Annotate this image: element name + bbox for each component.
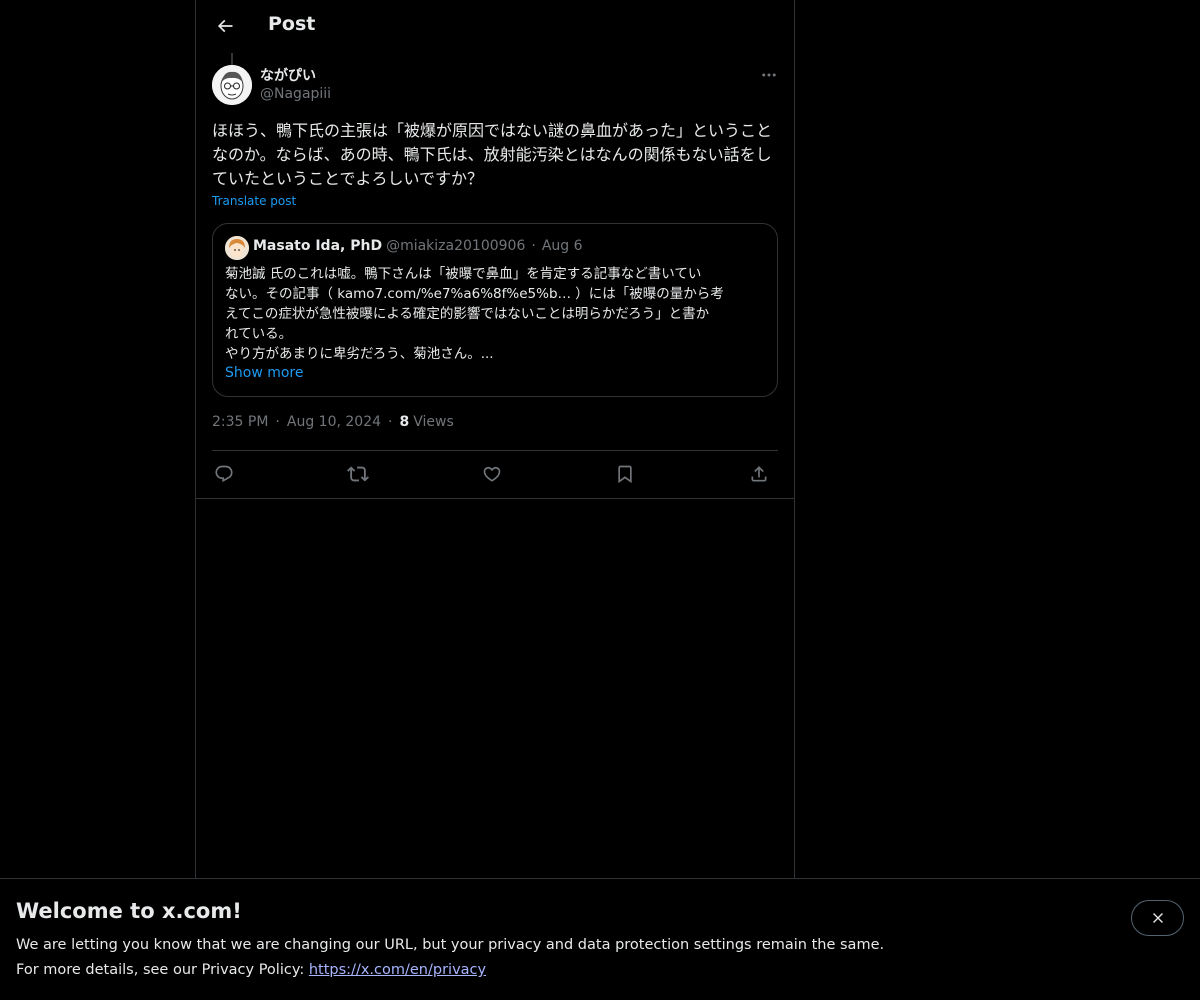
quoted-author-handle: @miakiza20100906 xyxy=(386,238,526,254)
post-date[interactable]: Aug 10, 2024 xyxy=(287,414,381,430)
separator-dot: · xyxy=(275,414,280,430)
banner-privacy-line: For more details, see our Privacy Policy… xyxy=(16,962,486,978)
banner-privacy-text: For more details, see our Privacy Policy… xyxy=(16,962,309,978)
show-more-link[interactable]: Show more xyxy=(225,365,304,381)
banner-message: We are letting you know that we are chan… xyxy=(16,937,885,953)
like-button[interactable] xyxy=(480,462,504,486)
share-button[interactable] xyxy=(747,462,771,486)
author-handle[interactable]: @Nagapiii xyxy=(260,86,331,102)
welcome-banner: Welcome to x.com! We are letting you kno… xyxy=(0,878,1200,1000)
views-count: 8 xyxy=(399,414,410,430)
close-banner-button[interactable] xyxy=(1131,900,1184,936)
quoted-text-line: えてこの症状が急性被曝による確定的影響ではないことは明らかだろう」と書か xyxy=(225,306,710,322)
quoted-post-header: Masato Ida, PhD @miakiza20100906 · Aug 6 xyxy=(253,238,583,254)
quoted-text-line: れている。 xyxy=(225,326,293,342)
page-title: Post xyxy=(268,13,316,35)
post-text: ほほう、鴨下氏の主張は「被爆が原因ではない謎の鼻血があった」ということなのか。な… xyxy=(212,121,773,188)
quoted-text-line: やり方があまりに卑劣だろう、菊池さん。... xyxy=(225,346,494,362)
more-options-button[interactable] xyxy=(756,62,782,88)
repost-icon xyxy=(347,466,369,482)
translate-post-link[interactable]: Translate post xyxy=(212,194,296,208)
separator-dot: · xyxy=(388,414,393,430)
back-button[interactable] xyxy=(208,9,242,43)
author-avatar[interactable] xyxy=(212,65,252,105)
reply-icon xyxy=(215,465,233,483)
quoted-author-name: Masato Ida, PhD xyxy=(253,238,383,254)
quoted-avatar-illustration xyxy=(225,236,249,260)
bookmark-icon xyxy=(618,465,632,484)
repost-button[interactable] xyxy=(346,462,370,486)
quoted-post-text: 菊池誠 氏のこれは嘘。鴨下さんは「被曝で鼻血」を肯定する記事など書いてい ない。… xyxy=(225,264,767,364)
primary-column: Post ながぴい @Nagapiii ほほう、鴨下氏の主張は「被爆が原因ではな… xyxy=(195,0,795,1000)
share-icon xyxy=(751,466,767,482)
quoted-post-date: Aug 6 xyxy=(541,238,583,254)
page-header: Post xyxy=(196,0,794,53)
reply-button[interactable] xyxy=(212,462,236,486)
arrow-left-icon xyxy=(217,19,233,33)
banner-title: Welcome to x.com! xyxy=(16,899,242,923)
thread-connector-line xyxy=(231,53,233,65)
action-bar xyxy=(212,451,778,498)
quoted-post-card[interactable]: Masato Ida, PhD @miakiza20100906 · Aug 6… xyxy=(212,223,778,397)
avatar-illustration xyxy=(212,65,252,105)
divider xyxy=(196,498,794,499)
quoted-text-line: ない。その記事（ kamo7.com/%e7%a6%8f%e5%b… ）には「被… xyxy=(225,286,724,302)
quoted-author-avatar xyxy=(225,236,249,260)
close-icon xyxy=(1152,913,1163,923)
more-horizontal-icon xyxy=(762,73,776,77)
privacy-policy-link[interactable]: https://x.com/en/privacy xyxy=(309,962,486,978)
bookmark-button[interactable] xyxy=(613,462,637,486)
heart-icon xyxy=(483,466,501,482)
quoted-text-line: 菊池誠 氏のこれは嘘。鴨下さんは「被曝で鼻血」を肯定する記事など書いてい xyxy=(225,266,702,282)
post-time[interactable]: 2:35 PM xyxy=(212,414,268,430)
post-metadata: 2:35 PM · Aug 10, 2024 · 8 Views xyxy=(212,414,454,430)
author-name[interactable]: ながぴい xyxy=(260,65,316,85)
separator-dot: · xyxy=(531,238,536,254)
views-label: Views xyxy=(413,414,454,430)
